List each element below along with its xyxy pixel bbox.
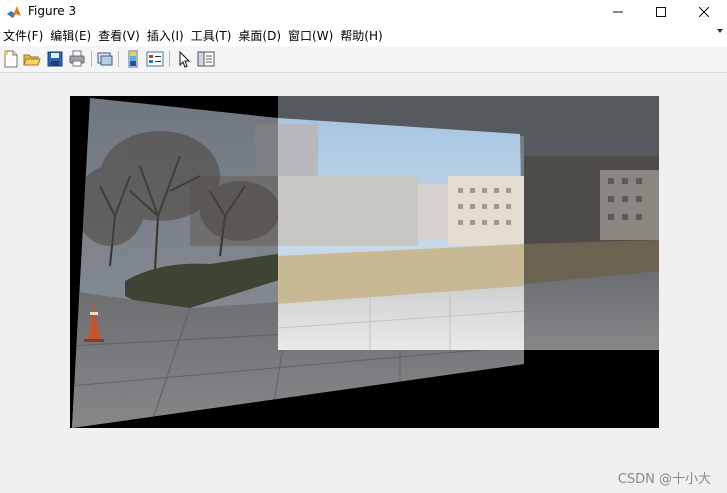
panorama-image: [70, 96, 659, 428]
edit-plot-icon[interactable]: [175, 50, 193, 68]
menu-view[interactable]: 查看(V): [95, 27, 144, 44]
menu-bar: 文件(F) 编辑(E) 查看(V) 插入(I) 工具(T) 桌面(D) 窗口(W…: [0, 24, 727, 46]
close-icon: [699, 7, 709, 17]
minimize-icon: [613, 11, 623, 13]
reference-image-center: [277, 118, 525, 350]
menu-insert[interactable]: 插入(I): [144, 27, 188, 44]
matlab-logo-icon: [7, 6, 21, 18]
menu-edit[interactable]: 编辑(E): [47, 27, 95, 44]
menu-help[interactable]: 帮助(H): [337, 27, 386, 44]
print-icon[interactable]: [68, 50, 86, 68]
menu-window[interactable]: 窗口(W): [285, 27, 337, 44]
figure-toolbar: [0, 46, 727, 73]
toolbar-separator: [91, 51, 92, 67]
watermark: CSDN @十小大: [617, 472, 711, 487]
property-inspector-icon[interactable]: [197, 50, 215, 68]
close-button[interactable]: [681, 0, 727, 24]
title-bar: Figure 3: [0, 0, 727, 24]
toolbar-separator: [169, 51, 170, 67]
insert-colorbar-icon[interactable]: [124, 50, 142, 68]
menu-file[interactable]: 文件(F): [0, 27, 47, 44]
new-figure-icon[interactable]: [2, 50, 20, 68]
toolbar-separator: [118, 51, 119, 67]
window-title: Figure 3: [28, 4, 77, 18]
menu-desktop[interactable]: 桌面(D): [235, 27, 285, 44]
menu-tools[interactable]: 工具(T): [188, 27, 236, 44]
open-file-icon[interactable]: [23, 50, 41, 68]
save-icon[interactable]: [46, 50, 64, 68]
link-plot-icon[interactable]: [96, 50, 114, 68]
maximize-icon: [656, 7, 666, 17]
menu-overflow-icon[interactable]: [716, 27, 724, 35]
minimize-button[interactable]: [595, 0, 641, 24]
maximize-button[interactable]: [638, 0, 684, 24]
insert-legend-icon[interactable]: [146, 50, 164, 68]
